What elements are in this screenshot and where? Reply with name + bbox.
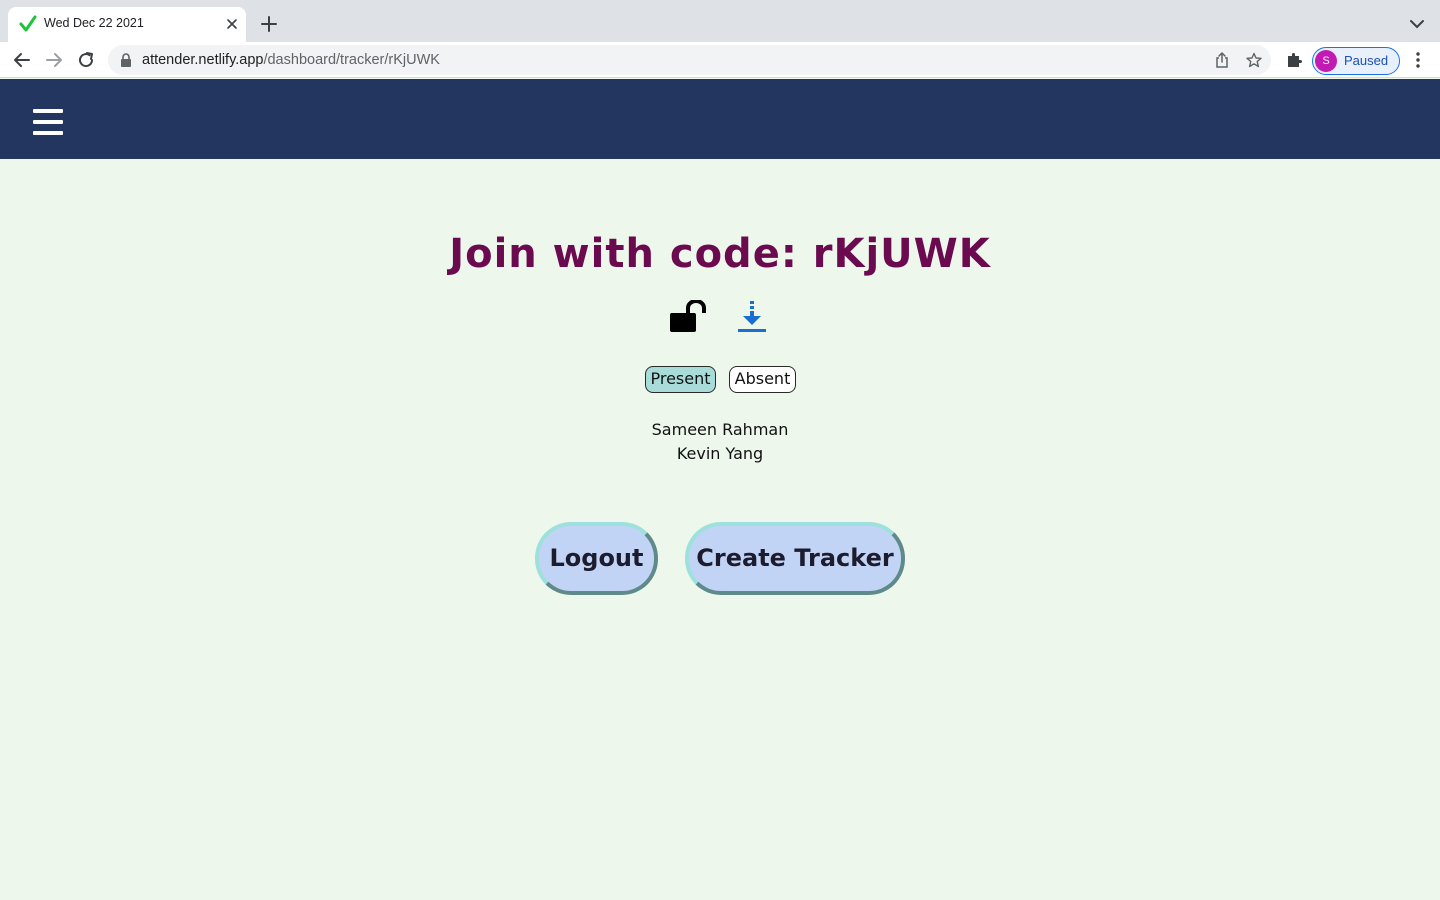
extensions-puzzle-icon[interactable] — [1285, 51, 1303, 69]
reload-icon[interactable] — [77, 51, 95, 69]
absent-filter-button[interactable]: Absent — [729, 366, 796, 393]
secure-lock-icon[interactable] — [120, 53, 132, 67]
checkmark-favicon-icon — [19, 15, 37, 32]
list-item: Sameen Rahman — [651, 420, 789, 439]
browser-tab[interactable]: Wed Dec 22 2021 — [8, 7, 246, 42]
attendee-list: Sameen Rahman Kevin Yang — [0, 419, 1440, 467]
share-icon[interactable] — [1214, 52, 1230, 68]
url-host: attender.netlify.app — [142, 52, 264, 68]
app-header — [0, 79, 1440, 159]
back-arrow-icon[interactable] — [13, 51, 31, 69]
unlock-icon[interactable] — [668, 300, 708, 334]
url-path: /dashboard/tracker/rKjUWK — [263, 52, 440, 68]
address-bar[interactable]: attender.netlify.app/dashboard/tracker/r… — [108, 45, 1271, 75]
download-icon[interactable] — [737, 300, 767, 334]
tab-title: Wed Dec 22 2021 — [44, 16, 144, 30]
profile-button[interactable]: S Paused — [1312, 47, 1400, 75]
list-item: Kevin Yang — [676, 444, 764, 463]
hamburger-menu-icon[interactable] — [33, 109, 63, 136]
present-filter-button[interactable]: Present — [645, 366, 716, 393]
profile-status: Paused — [1344, 53, 1389, 68]
bookmark-star-icon[interactable] — [1246, 52, 1262, 68]
avatar: S — [1315, 50, 1337, 72]
create-tracker-button[interactable]: Create Tracker — [685, 522, 905, 595]
page-title: Join with code: rKjUWK — [449, 231, 991, 277]
browser-menu-icon[interactable] — [1410, 51, 1426, 69]
logout-button[interactable]: Logout — [535, 522, 658, 595]
tab-search-chevron-icon[interactable] — [1408, 17, 1426, 31]
tab-close-icon[interactable] — [224, 16, 240, 32]
url-text: attender.netlify.app/dashboard/tracker/r… — [142, 52, 440, 68]
browser-tab-bar: Wed Dec 22 2021 — [0, 0, 1440, 42]
browser-toolbar: attender.netlify.app/dashboard/tracker/r… — [0, 42, 1440, 78]
forward-arrow-icon[interactable] — [45, 51, 63, 69]
new-tab-icon[interactable] — [260, 15, 278, 33]
